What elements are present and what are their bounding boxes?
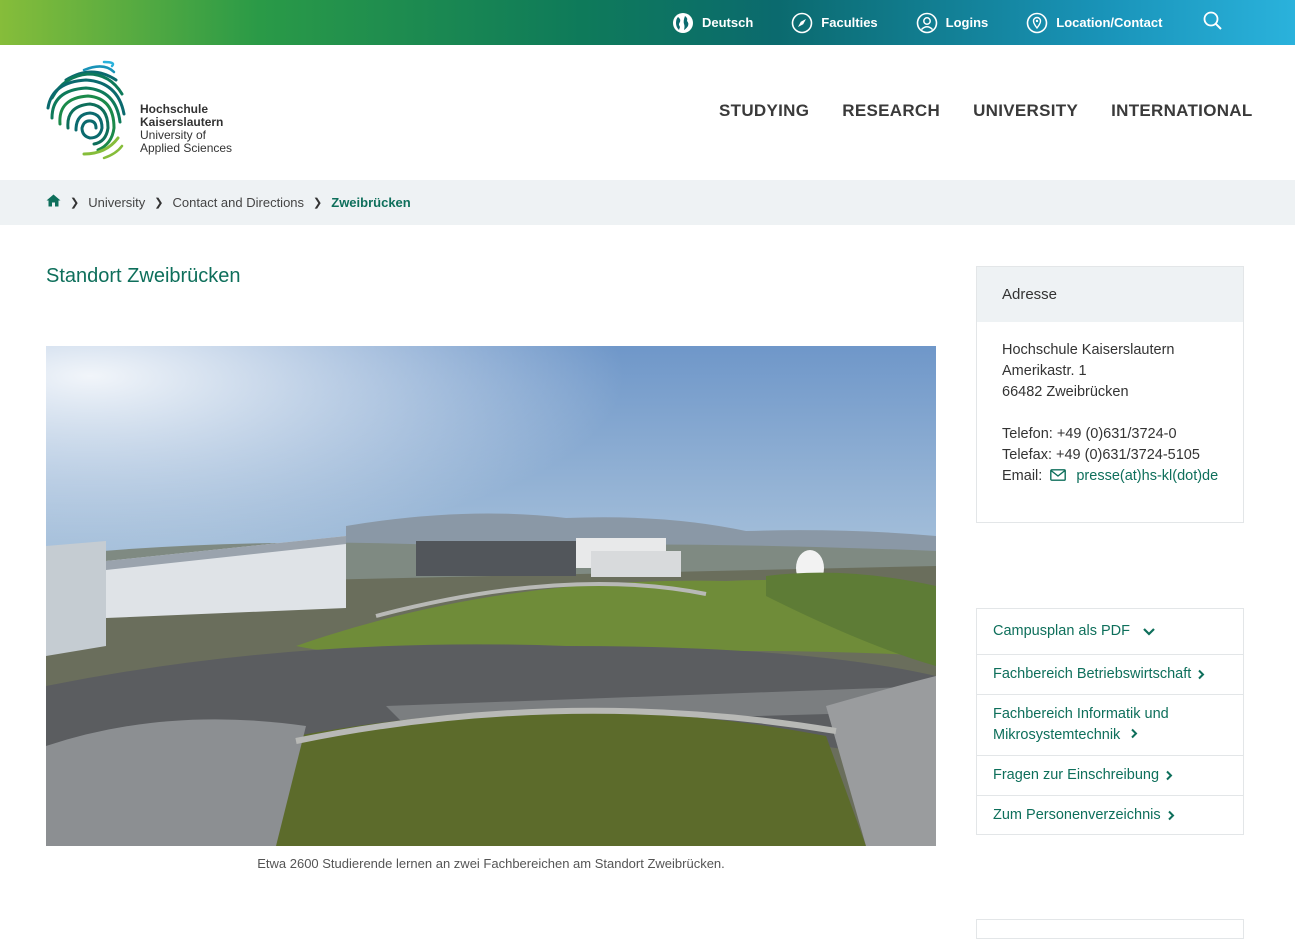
campus-photo [46,346,936,846]
location-contact-link[interactable]: Location/Contact [1026,12,1162,34]
faculties-label: Faculties [821,15,878,30]
fax-text: Telefax: +49 (0)631/3724-5105 [1002,447,1200,463]
logins-label: Logins [945,15,989,30]
envelope-icon [1050,469,1067,481]
top-nav: Deutsch Faculties Logins Location/Contac… [672,0,1200,45]
globe-icon [673,12,693,33]
university-logo[interactable]: Hochschule Kaiserslautern University of … [44,58,244,162]
link-label: Campusplan als PDF [993,623,1130,639]
sidebar-box-partial [976,919,1244,939]
nav-research[interactable]: RESEARCH [842,101,940,121]
link-label: Fachbereich Betriebswirtschaft [993,666,1192,682]
logins-link[interactable]: Logins [916,12,989,34]
nav-university[interactable]: UNIVERSITY [973,101,1078,121]
location-contact-label: Location/Contact [1056,15,1163,30]
language-label: Deutsch [702,15,754,30]
compass-icon [791,12,813,33]
link-label: Zum Personenverzeichnis [993,806,1161,823]
search-button[interactable] [1202,10,1224,37]
language-link[interactable]: Deutsch [672,12,753,34]
address-heading: Adresse [977,267,1243,322]
chevron-right-icon [1167,810,1175,820]
logo-line-4: Applied Sciences [140,141,233,155]
link-campusplan-pdf[interactable]: Campusplan als PDF [977,609,1243,655]
link-label: Fragen zur Einschreibung [993,767,1160,783]
logo-wordmark: Hochschule Kaiserslautern University of … [140,103,232,155]
home-icon [46,194,61,207]
page-title: Standort Zweibrücken [46,265,241,287]
link-personenverzeichnis[interactable]: Zum Personenverzeichnis [977,796,1243,834]
breadcrumb-current: Zweibrücken [331,194,411,210]
chevron-down-icon [1143,627,1155,636]
link-fragen-einschreibung[interactable]: Fragen zur Einschreibung [977,756,1243,796]
nav-international[interactable]: INTERNATIONAL [1111,101,1252,121]
main-nav: STUDYING RESEARCH UNIVERSITY INTERNATION… [719,101,1286,121]
chevron-right-icon: ❯ [154,196,164,209]
link-fachbereich-informatik[interactable]: Fachbereich Informatik und Mikrosystemte… [977,695,1243,756]
breadcrumb-contact-directions[interactable]: Contact and Directions [173,195,305,210]
chevron-right-icon [1131,728,1138,739]
phone-text: Telefon: +49 (0)631/3724-0 [1002,426,1177,442]
address-line: Amerikastr. 1 [1002,363,1087,379]
address-line: Hochschule Kaiserslautern [1002,342,1175,358]
photo-caption: Etwa 2600 Studierende lernen an zwei Fac… [257,856,725,871]
breadcrumb-home[interactable] [46,194,61,210]
faculties-link[interactable]: Faculties [791,12,878,34]
breadcrumb-university[interactable]: University [88,195,145,210]
chevron-right-icon [1166,770,1173,781]
search-icon [1203,11,1222,30]
address-body: Hochschule Kaiserslautern Amerikastr. 1 … [977,322,1243,487]
user-icon [916,12,937,33]
link-label: Fachbereich Informatik und Mikrosystemte… [993,706,1169,743]
link-fachbereich-bw[interactable]: Fachbereich Betriebswirtschaft [977,655,1243,695]
fingerprint-logo-icon [46,60,126,160]
chevron-right-icon: ❯ [313,196,323,209]
email-row: Email: presse(at)hs-kl(dot)de [1002,466,1219,487]
nav-studying[interactable]: STUDYING [719,101,809,121]
address-line: 66482 Zweibrücken [1002,384,1129,400]
chevron-right-icon [1198,669,1205,680]
breadcrumb: ❯ University ❯ Contact and Directions ❯ … [46,194,411,210]
address-panel: Adresse Hochschule Kaiserslautern Amerik… [976,266,1244,523]
chevron-right-icon: ❯ [70,196,80,209]
email-label: Email: [1002,468,1043,484]
breadcrumb-bar: ❯ University ❯ Contact and Directions ❯ … [0,180,1295,225]
email-link[interactable]: presse(at)hs-kl(dot)de [1076,468,1218,484]
top-bar: Deutsch Faculties Logins Location/Contac… [0,0,1295,45]
related-links: Campusplan als PDF Fachbereich Betriebsw… [976,608,1244,835]
location-pin-icon [1026,12,1048,33]
